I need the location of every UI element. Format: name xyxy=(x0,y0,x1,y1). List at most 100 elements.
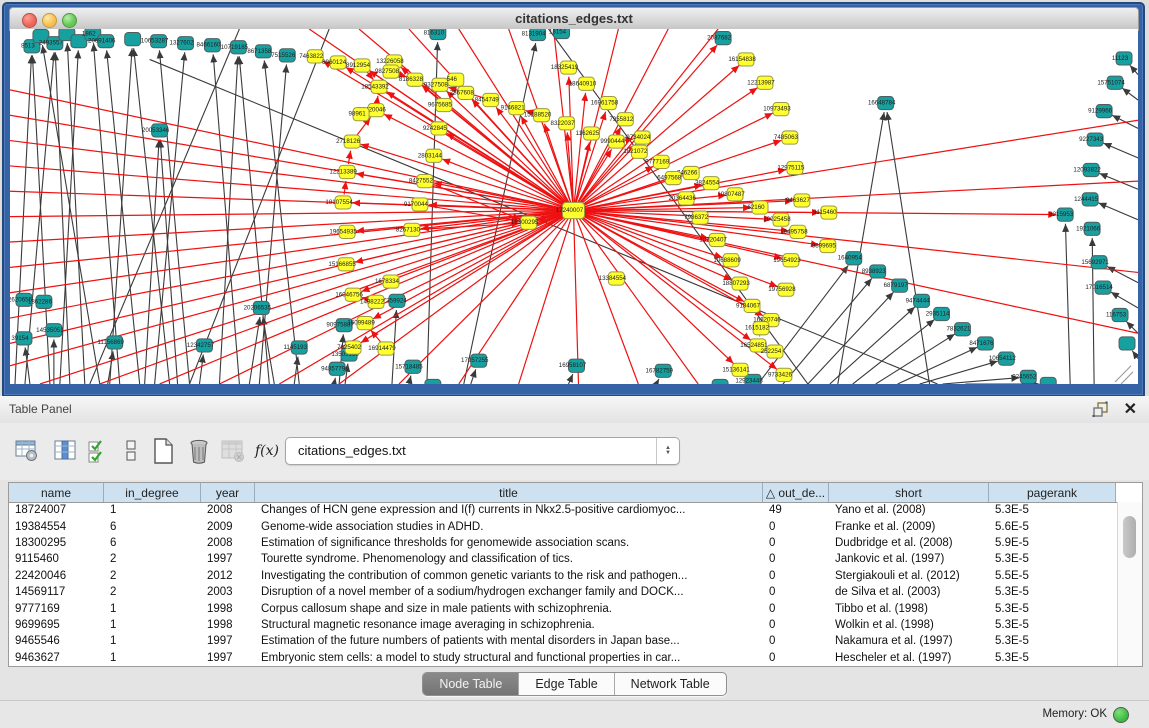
node-label: 9474444 xyxy=(906,297,931,304)
network-edge xyxy=(10,213,566,366)
table-row[interactable]: 969969511998Structural magnetic resonanc… xyxy=(9,617,1118,633)
node-label: 8131904 xyxy=(522,31,547,38)
node-label: 20053346 xyxy=(142,127,170,134)
network-edge xyxy=(459,29,569,204)
table-row[interactable]: 1872400712008Changes of HCN gene express… xyxy=(9,502,1118,518)
table-scrollbar[interactable] xyxy=(1117,502,1142,666)
node-label: 1921066 xyxy=(1076,225,1101,232)
cell-short: Hescheler et al. (1997) xyxy=(829,652,989,664)
cell-name: 9463627 xyxy=(9,652,104,664)
node-label: 7832621 xyxy=(946,326,971,333)
float-window-icon[interactable] xyxy=(1092,401,1109,418)
column-header-title[interactable]: title xyxy=(255,483,763,502)
node-label: 18325419 xyxy=(551,64,579,71)
cell-short: Yano et al. (2008) xyxy=(829,504,989,516)
node-label: 2087682 xyxy=(707,35,732,42)
cell-out_de-: 0 xyxy=(763,603,829,615)
new-document-icon[interactable] xyxy=(148,435,178,467)
memory-ok-indicator-icon xyxy=(1113,707,1129,723)
cell-year: 2008 xyxy=(201,537,255,549)
network-canvas[interactable]: 8513249355718622069140610653287132760284… xyxy=(10,29,1138,384)
table-row[interactable]: 1938455462009Genome-wide association stu… xyxy=(9,518,1118,534)
node-label: 8267130 xyxy=(396,226,421,233)
table-row[interactable]: 977716911998Corpus callosum shape and si… xyxy=(9,600,1118,616)
node-label: 16648784 xyxy=(868,100,896,107)
tab-network-table[interactable]: Network Table xyxy=(615,673,726,695)
tab-node-table[interactable]: Node Table xyxy=(423,673,519,695)
network-edge xyxy=(578,149,612,203)
cell-title: Disruption of a novel member of a sodium… xyxy=(255,586,763,598)
cell-pagerank: 5.3E-5 xyxy=(989,553,1116,565)
cell-year: 1997 xyxy=(201,635,255,647)
node-label: 18640910 xyxy=(569,80,597,87)
cell-in_degree: 2 xyxy=(104,553,201,565)
cell-year: 2003 xyxy=(201,586,255,598)
network-edge xyxy=(100,213,566,384)
table-row[interactable]: 1830029562008Estimation of significance … xyxy=(9,535,1118,551)
node-label: 1498222 xyxy=(360,298,385,305)
column-header-pagerank[interactable]: pagerank xyxy=(989,483,1116,502)
network-node[interactable] xyxy=(1040,377,1056,384)
node-label: 12342757 xyxy=(187,342,215,349)
tab-edge-table[interactable]: Edge Table xyxy=(519,673,614,695)
node-label: 39154 xyxy=(11,335,29,342)
column-settings-icon[interactable] xyxy=(50,435,80,467)
network-node[interactable] xyxy=(125,33,141,46)
column-header-name[interactable]: name xyxy=(9,483,104,502)
node-label: 17240007 xyxy=(556,207,584,214)
table-row[interactable]: 911546021997Tourette syndrome. Phenomeno… xyxy=(9,551,1118,567)
memory-status-label: Memory: OK xyxy=(1042,708,1107,720)
select-all-icon[interactable] xyxy=(84,435,114,467)
node-label: 9734024 xyxy=(626,134,651,141)
cell-out_de-: 0 xyxy=(763,652,829,664)
cell-title: Embryonic stem cells: a model to study s… xyxy=(255,652,763,664)
column-header-short[interactable]: short xyxy=(829,483,989,502)
network-node[interactable] xyxy=(425,379,441,384)
table-row[interactable]: 946554611997Estimation of the future num… xyxy=(9,633,1118,649)
network-edge xyxy=(1132,351,1138,359)
dropdown-stepper-icon: ▲▼ xyxy=(656,438,679,464)
cell-out_de-: 0 xyxy=(763,635,829,647)
table-selector-dropdown[interactable]: citations_edges.txt ▲▼ xyxy=(285,437,680,465)
cell-pagerank: 5.3E-5 xyxy=(989,619,1116,631)
network-edge xyxy=(190,29,330,384)
node-label: 252254 xyxy=(761,348,782,355)
cell-pagerank: 5.5E-5 xyxy=(989,570,1116,582)
cell-in_degree: 6 xyxy=(104,537,201,549)
network-edge xyxy=(1065,224,1070,384)
table-row[interactable]: 1456911722003Disruption of a novel membe… xyxy=(9,584,1118,600)
node-label: 12213389 xyxy=(329,168,357,175)
node-label: 1615182 xyxy=(745,325,770,332)
column-header-in_degree[interactable]: in_degree xyxy=(104,483,201,502)
network-window-titlebar[interactable]: citations_edges.txt xyxy=(9,7,1139,31)
network-node[interactable] xyxy=(1119,337,1135,350)
function-builder-icon[interactable]: f(x) xyxy=(252,435,282,467)
table-settings-icon[interactable] xyxy=(12,435,42,467)
cell-pagerank: 5.3E-5 xyxy=(989,586,1116,598)
column-header-year[interactable]: year xyxy=(201,483,255,502)
node-label: 15718485 xyxy=(395,363,423,370)
table-header-row: namein_degreeyeartitle△ out_de...shortpa… xyxy=(9,483,1142,503)
cell-year: 1997 xyxy=(201,553,255,565)
node-label: 62160 xyxy=(747,204,765,211)
node-label: 8960124 xyxy=(322,59,347,66)
delete-icon[interactable] xyxy=(184,435,214,467)
node-label: 7986372 xyxy=(684,214,709,221)
table-row[interactable]: 2242004622012Investigating the contribut… xyxy=(9,568,1118,584)
row-height-icon[interactable] xyxy=(116,435,146,467)
scrollbar-thumb[interactable] xyxy=(1123,516,1136,558)
node-label: 10807487 xyxy=(717,191,745,198)
table-row[interactable]: 946362711997Embryonic stem cells: a mode… xyxy=(9,650,1118,666)
cell-name: 9777169 xyxy=(9,603,104,615)
node-label: 8466160 xyxy=(196,42,221,49)
network-edge xyxy=(10,211,566,267)
network-edge xyxy=(10,90,566,209)
node-label: 7515526 xyxy=(271,52,296,59)
network-node[interactable] xyxy=(712,379,728,384)
node-table: namein_degreeyeartitle△ out_de...shortpa… xyxy=(8,482,1143,667)
cell-short: Franke et al. (2009) xyxy=(829,521,989,533)
column-header-out_de-[interactable]: △ out_de... xyxy=(763,483,829,502)
cell-pagerank: 5.3E-5 xyxy=(989,603,1116,615)
node-label: 2493557 xyxy=(39,40,64,47)
close-icon[interactable]: ✕ xyxy=(1124,399,1137,419)
